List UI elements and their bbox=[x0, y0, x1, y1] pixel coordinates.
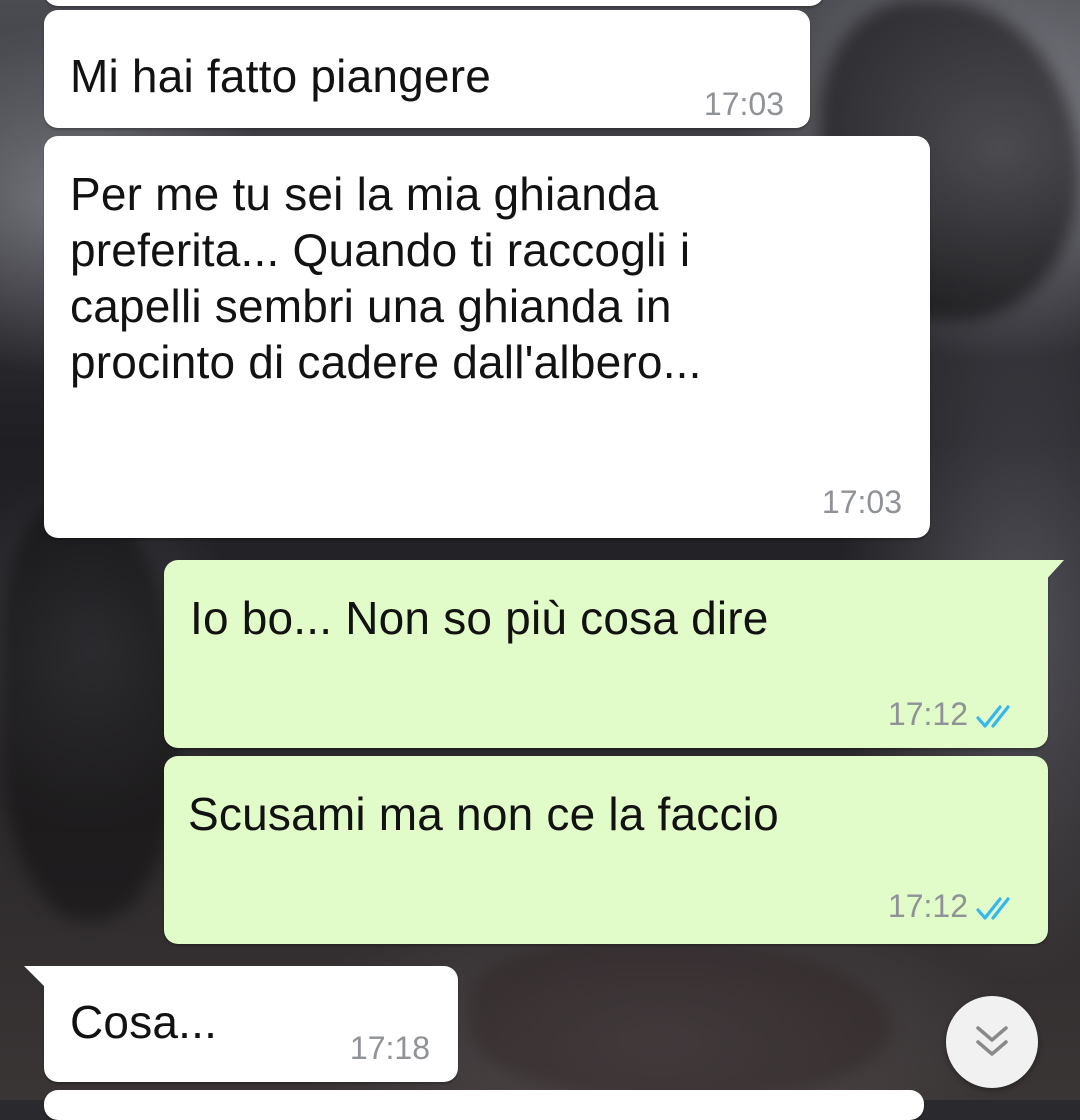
bubble-tail bbox=[1044, 560, 1064, 582]
message-text: Per me tu sei la mia ghianda preferita..… bbox=[70, 168, 702, 388]
bubble-tail bbox=[24, 966, 46, 988]
message-incoming[interactable]: Mi hai fatto piangere 17:03 bbox=[44, 10, 810, 128]
message-text: Scusami ma non ce la faccio bbox=[188, 788, 779, 840]
message-time: 17:12 bbox=[887, 696, 968, 732]
scroll-to-bottom-button[interactable] bbox=[946, 996, 1038, 1088]
next-message-edge bbox=[44, 1090, 924, 1120]
message-text: Mi hai fatto piangere bbox=[70, 50, 492, 102]
message-time: 17:18 bbox=[349, 1030, 430, 1066]
previous-message-edge bbox=[44, 0, 824, 6]
message-text: Cosa... bbox=[70, 996, 218, 1048]
message-text: Io bo... Non so più cosa dire bbox=[190, 592, 769, 644]
message-incoming[interactable]: Cosa... 17:18 bbox=[24, 966, 458, 1082]
message-incoming[interactable]: Per me tu sei la mia ghianda preferita..… bbox=[44, 136, 930, 538]
read-receipt-icon bbox=[976, 704, 1010, 728]
message-time-status: 17:12 bbox=[888, 696, 1020, 733]
message-time: 17:03 bbox=[703, 86, 784, 122]
message-time: 17:03 bbox=[821, 484, 902, 520]
message-outgoing[interactable]: Io bo... Non so più cosa dire 17:12 bbox=[164, 560, 1064, 748]
double-chevron-down-icon bbox=[976, 1026, 1008, 1056]
message-outgoing[interactable]: Scusami ma non ce la faccio 17:12 bbox=[164, 756, 1048, 944]
message-time-status: 17:12 bbox=[888, 888, 1020, 925]
read-receipt-icon bbox=[976, 896, 1010, 920]
message-time: 17:12 bbox=[887, 888, 968, 924]
